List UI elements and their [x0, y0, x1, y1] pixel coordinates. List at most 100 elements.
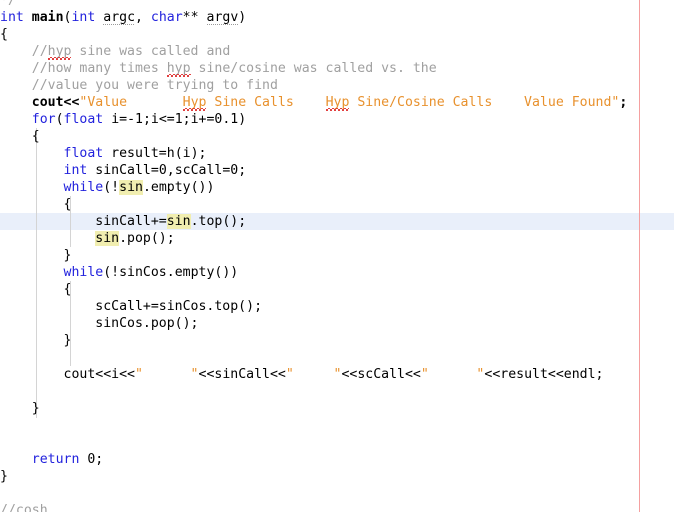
code-line[interactable]: //how many times hyp sine/cosine was cal…: [0, 60, 437, 77]
code-line[interactable]: float result=h(i);: [0, 145, 207, 162]
keyword-token: return: [31, 452, 80, 467]
string-token: Sine/Cosine Calls Value Found": [349, 95, 620, 110]
string-token: " ": [285, 367, 342, 382]
code-token: .top();: [190, 214, 247, 229]
code-token: .empty()): [142, 180, 215, 195]
occurrence-highlight: sin: [95, 231, 120, 246]
code-line[interactable]: //cosh: [0, 502, 48, 512]
spell-error: hyp: [166, 61, 191, 77]
keyword-token: float: [63, 146, 104, 161]
code-token: ,: [135, 10, 151, 25]
spell-error: hyp: [47, 44, 72, 60]
keyword-token: char: [150, 10, 183, 25]
code-line[interactable]: for(float i=-1;i<=1;i+=0.1): [0, 111, 246, 128]
comment-token: //: [0, 44, 48, 59]
spell-error: Hyp: [182, 95, 207, 111]
code-line[interactable]: while(!sin.empty()): [0, 179, 214, 196]
comment-token: */: [0, 0, 16, 8]
right-margin-ruler: [639, 0, 640, 512]
code-line[interactable]: {: [0, 26, 8, 43]
code-token: sinCall+=: [0, 214, 167, 229]
code-token: {: [0, 197, 72, 212]
code-token: }: [0, 333, 72, 348]
code-token: {: [0, 27, 8, 42]
string-token: Sine Calls: [206, 95, 326, 110]
function-name-token: main: [31, 10, 64, 25]
code-line[interactable]: sinCall+=sin.top();: [0, 213, 246, 230]
string-token: "Value: [79, 95, 183, 110]
code-token: 0;: [79, 452, 104, 467]
comment-token: sine was called and: [71, 44, 231, 59]
code-symbol: argv: [206, 10, 239, 25]
code-token: (!sinCos.empty()): [103, 265, 239, 280]
code-token: }: [0, 248, 72, 263]
comment-token: //value you were trying to find: [0, 78, 278, 93]
code-token: sinCos.pop();: [0, 316, 199, 331]
code-token: (: [55, 112, 64, 127]
code-token: <<sinCall<<: [198, 367, 286, 382]
occurrence-highlight: sin: [166, 214, 191, 229]
code-token: sinCall=0,scCall=0;: [87, 163, 247, 178]
code-token: ): [238, 10, 247, 25]
code-token: <<: [63, 95, 80, 110]
code-line[interactable]: */: [0, 0, 16, 9]
code-token: {: [0, 129, 40, 144]
code-symbol: argc: [103, 10, 136, 25]
code-token: <<scCall<<: [341, 367, 421, 382]
comment-token: //cosh: [0, 503, 48, 512]
code-line[interactable]: }: [0, 247, 72, 264]
code-editor[interactable]: */int main(int argc, char** argv){ //hyp…: [0, 0, 674, 512]
code-token: .pop();: [119, 231, 175, 246]
code-line[interactable]: {: [0, 281, 72, 298]
keyword-token: float: [63, 112, 104, 127]
code-token: ;: [619, 95, 628, 110]
comment-token: //how many times: [0, 61, 167, 76]
spell-error: Hyp: [325, 95, 350, 111]
code-token: (!: [103, 180, 120, 195]
code-token: {: [0, 282, 72, 297]
code-line[interactable]: cout<<"Value Hyp Sine Calls Hyp Sine/Cos…: [0, 94, 627, 111]
code-token: <<result<<endl;: [484, 367, 604, 382]
code-line[interactable]: int sinCall=0,scCall=0;: [0, 162, 247, 179]
code-token: }: [0, 401, 40, 416]
code-token: cout: [31, 95, 64, 110]
code-line[interactable]: //hyp sine was called and: [0, 43, 230, 60]
code-token: i=-1;i<=1;i+=0.1): [103, 112, 247, 127]
code-token: **: [182, 10, 207, 25]
code-line[interactable]: }: [0, 468, 8, 485]
occurrence-highlight: sin: [119, 180, 143, 195]
keyword-token: while: [63, 180, 104, 195]
code-line[interactable]: {: [0, 196, 72, 213]
code-token: scCall+=sinCos.top();: [0, 299, 263, 314]
code-token: }: [0, 469, 8, 484]
code-line[interactable]: int main(int argc, char** argv): [0, 9, 246, 26]
string-token: " ": [134, 367, 199, 382]
comment-token: sine/cosine was called vs. the: [190, 61, 437, 76]
code-line[interactable]: }: [0, 400, 40, 417]
keyword-token: int: [71, 10, 104, 25]
code-line[interactable]: cout<<i<<" "<<sinCall<<" "<<scCall<<" "<…: [0, 366, 604, 383]
keyword-token: int: [0, 10, 32, 25]
code-token: cout<<i<<: [0, 367, 135, 382]
code-line[interactable]: sin.pop();: [0, 230, 175, 247]
keyword-token: for: [31, 112, 56, 127]
code-line[interactable]: {: [0, 128, 40, 145]
keyword-token: int: [63, 163, 88, 178]
code-line[interactable]: //value you were trying to find: [0, 77, 278, 94]
code-line[interactable]: }: [0, 332, 72, 349]
code-line[interactable]: while(!sinCos.empty()): [0, 264, 239, 281]
code-line[interactable]: return 0;: [0, 451, 103, 468]
code-line[interactable]: sinCos.pop();: [0, 315, 199, 332]
keyword-token: while: [63, 265, 104, 280]
code-token: result=h(i);: [103, 146, 207, 161]
string-token: " ": [420, 367, 485, 382]
code-line[interactable]: scCall+=sinCos.top();: [0, 298, 262, 315]
